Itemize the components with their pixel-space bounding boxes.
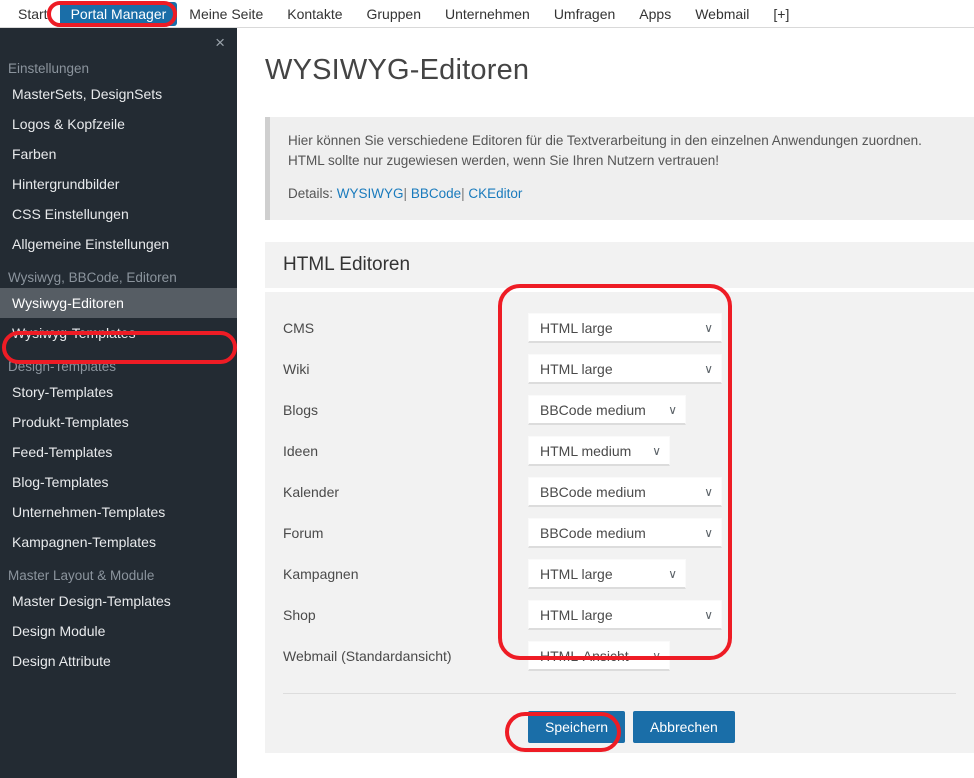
select-shop[interactable]: HTML large ∨ [528, 600, 722, 631]
main-content: WYSIWYG-Editoren Hier können Sie verschi… [237, 28, 974, 778]
nav-item-apps[interactable]: Apps [627, 3, 683, 25]
select-ideen[interactable]: HTML medium ∨ [528, 436, 670, 467]
info-details-line: Details: WYSIWYG| BBCode| CKEditor [288, 184, 956, 204]
select-shop-value: HTML large [540, 606, 613, 623]
label-cms: CMS [283, 320, 315, 337]
select-forum-value: BBCode medium [540, 524, 646, 541]
close-icon[interactable]: × [215, 34, 225, 51]
nav-item-unternehmen[interactable]: Unternehmen [433, 3, 542, 25]
form-row-ideen: Ideen HTML medium ∨ [283, 431, 956, 472]
link-bbcode[interactable]: BBCode [411, 186, 461, 201]
sidebar-item-kampagnen-templates[interactable]: Kampagnen-Templates [0, 527, 237, 557]
nav-item-start[interactable]: Start [6, 3, 60, 25]
form-row-wiki: Wiki HTML large ∨ [283, 349, 956, 390]
form-row-cms: CMS HTML large ∨ [283, 308, 956, 349]
top-navigation-bar: Start Portal Manager Meine Seite Kontakt… [0, 0, 974, 28]
sidebar-item-css-einstellungen[interactable]: CSS Einstellungen [0, 199, 237, 229]
sidebar-group-einstellungen: Einstellungen [8, 61, 90, 76]
chevron-down-icon: ∨ [704, 484, 713, 499]
nav-item-add-more[interactable]: [+] [761, 3, 801, 25]
link-separator-2: | [461, 186, 465, 202]
sidebar-item-unternehmen-templates[interactable]: Unternehmen-Templates [0, 497, 237, 527]
label-forum: Forum [283, 525, 324, 542]
sidebar-item-farben[interactable]: Farben [0, 139, 237, 169]
sidebar-item-design-module[interactable]: Design Module [0, 616, 237, 646]
sidebar-item-wysiwyg-editoren[interactable]: Wysiwyg-Editoren [0, 288, 237, 318]
select-kalender[interactable]: BBCode medium ∨ [528, 477, 722, 508]
sidebar-group-master-layout-module: Master Layout & Module [8, 568, 155, 583]
nav-item-kontakte[interactable]: Kontakte [275, 3, 354, 25]
info-box: Hier können Sie verschiedene Editoren fü… [265, 117, 974, 220]
sidebar-nav-list: Einstellungen MasterSets, DesignSets Log… [0, 58, 237, 676]
save-button[interactable]: Speichern [528, 710, 626, 743]
form-row-kampagnen: Kampagnen HTML large ∨ [283, 554, 956, 595]
sidebar-item-feed-templates[interactable]: Feed-Templates [0, 437, 237, 467]
chevron-down-icon: ∨ [668, 402, 677, 417]
sidebar-item-design-attribute[interactable]: Design Attribute [0, 646, 237, 676]
select-cms[interactable]: HTML large ∨ [528, 313, 722, 344]
sidebar-item-logos-kopfzeile[interactable]: Logos & Kopfzeile [0, 109, 237, 139]
select-blogs-value: BBCode medium [540, 401, 646, 418]
sidebar-item-mastersets-designsets[interactable]: MasterSets, DesignSets [0, 79, 237, 109]
select-kampagnen[interactable]: HTML large ∨ [528, 559, 686, 590]
select-blogs[interactable]: BBCode medium ∨ [528, 395, 686, 426]
sidebar-group-design-templates: Design-Templates [8, 359, 117, 374]
chevron-down-icon: ∨ [704, 525, 713, 540]
chevron-down-icon: ∨ [704, 607, 713, 622]
select-ideen-value: HTML medium [540, 442, 632, 459]
sidebar-item-blog-templates[interactable]: Blog-Templates [0, 467, 237, 497]
html-editoren-panel: HTML Editoren CMS HTML large ∨ Wiki HTML… [265, 241, 974, 753]
label-ideen: Ideen [283, 443, 319, 460]
details-label: Details: [288, 186, 334, 202]
sidebar-group-wysiwyg-bbcode-editoren: Wysiwyg, BBCode, Editoren [8, 270, 177, 285]
sidebar-item-allgemeine-einstellungen[interactable]: Allgemeine Einstellungen [0, 229, 237, 259]
link-wysiwyg[interactable]: WYSIWYG [337, 186, 404, 201]
nav-item-umfragen[interactable]: Umfragen [542, 3, 627, 25]
select-wiki[interactable]: HTML large ∨ [528, 354, 722, 385]
form-row-forum: Forum BBCode medium ∨ [283, 513, 956, 554]
chevron-down-icon: ∨ [668, 566, 677, 581]
panel-body: CMS HTML large ∨ Wiki HTML large ∨ Blogs [265, 291, 974, 753]
sidebar-item-produkt-templates[interactable]: Produkt-Templates [0, 407, 237, 437]
select-kampagnen-value: HTML large [540, 565, 613, 582]
label-shop: Shop [283, 607, 316, 624]
form-row-kalender: Kalender BBCode medium ∨ [283, 472, 956, 513]
select-kalender-value: BBCode medium [540, 483, 646, 500]
sidebar-item-wysiwyg-templates[interactable]: Wysiwyg-Templates [0, 318, 237, 348]
label-wiki: Wiki [283, 361, 310, 378]
nav-item-portal-manager[interactable]: Portal Manager [59, 1, 178, 26]
label-kampagnen: Kampagnen [283, 566, 359, 583]
select-webmail-value: HTML-Ansicht [540, 647, 629, 664]
form-row-webmail: Webmail (Standardansicht) HTML-Ansicht ∨ [283, 636, 956, 677]
nav-item-gruppen[interactable]: Gruppen [355, 3, 433, 25]
chevron-down-icon: ∨ [652, 648, 661, 663]
form-row-shop: Shop HTML large ∨ [283, 595, 956, 636]
label-kalender: Kalender [283, 484, 340, 501]
form-button-row: Speichern Abbrechen [283, 694, 956, 743]
link-ckeditor[interactable]: CKEditor [468, 186, 522, 201]
sidebar: × Einstellungen MasterSets, DesignSets L… [0, 28, 237, 778]
select-forum[interactable]: BBCode medium ∨ [528, 518, 722, 549]
select-cms-value: HTML large [540, 319, 613, 336]
page-title: WYSIWYG-Editoren [265, 54, 530, 86]
label-blogs: Blogs [283, 402, 319, 419]
sidebar-item-master-design-templates[interactable]: Master Design-Templates [0, 586, 237, 616]
info-text-line1: Hier können Sie verschiedene Editoren fü… [288, 133, 922, 148]
chevron-down-icon: ∨ [704, 361, 713, 376]
chevron-down-icon: ∨ [704, 320, 713, 335]
app-root: Start Portal Manager Meine Seite Kontakt… [0, 0, 974, 778]
label-webmail: Webmail (Standardansicht) [283, 648, 452, 665]
form-row-blogs: Blogs BBCode medium ∨ [283, 390, 956, 431]
sidebar-item-hintergrundbilder[interactable]: Hintergrundbilder [0, 169, 237, 199]
select-webmail[interactable]: HTML-Ansicht ∨ [528, 641, 670, 672]
cancel-button[interactable]: Abbrechen [633, 710, 735, 743]
sidebar-item-story-templates[interactable]: Story-Templates [0, 377, 237, 407]
chevron-down-icon: ∨ [652, 443, 661, 458]
panel-heading: HTML Editoren [265, 241, 974, 288]
info-text-line2: HTML sollte nur zugewiesen werden, wenn … [288, 152, 719, 168]
nav-item-webmail[interactable]: Webmail [683, 3, 761, 25]
nav-item-meine-seite[interactable]: Meine Seite [177, 3, 275, 25]
link-separator-1: | [403, 186, 408, 202]
select-wiki-value: HTML large [540, 360, 613, 377]
